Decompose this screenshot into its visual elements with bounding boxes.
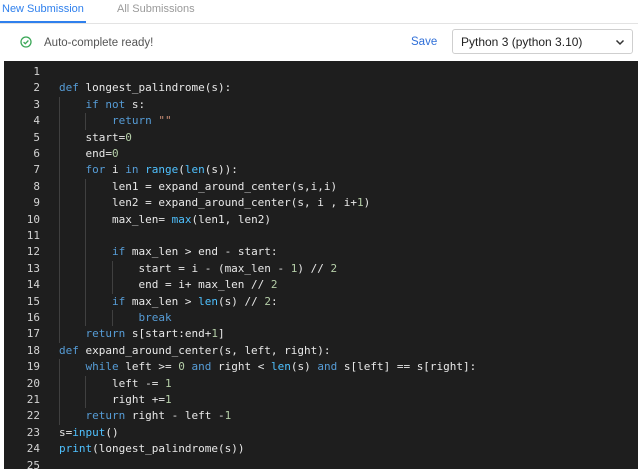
- save-button[interactable]: Save: [411, 35, 437, 49]
- code-line: start = i - (max_len - 1) // 2: [59, 261, 338, 275]
- code-line: return s[start:end+1]: [85, 327, 225, 341]
- code-line: def expand_around_center(s, left, right)…: [59, 343, 331, 357]
- tab-all-submissions-label: All Submissions: [117, 3, 195, 15]
- check-circle-icon: [20, 36, 32, 48]
- code-line: len1 = expand_around_center(s,i,i): [59, 179, 338, 193]
- language-select-value: Python 3 (python 3.10): [461, 35, 583, 49]
- code-line: start=0: [59, 130, 132, 144]
- chevron-down-icon: [615, 39, 625, 46]
- code-line: return right - left -1: [85, 409, 232, 423]
- submission-tabs: New Submission All Submissions: [0, 0, 638, 24]
- code-line: return "": [111, 114, 172, 128]
- code-line: for i in range(len(s)):: [85, 163, 238, 177]
- editor-toolbar: Auto-complete ready! Save Python 3 (pyth…: [4, 24, 638, 61]
- code-line: if max_len > len(s) // 2:: [111, 294, 278, 308]
- code-line: end = i+ max_len // 2: [59, 278, 278, 292]
- code-line: break: [138, 311, 172, 324]
- code-area[interactable]: def longest_palindrome(s): if not s: ret…: [4, 61, 638, 469]
- tab-new-submission[interactable]: New Submission: [0, 2, 86, 23]
- tab-all-submissions[interactable]: All Submissions: [117, 2, 195, 16]
- tab-new-submission-label: New Submission: [2, 3, 84, 15]
- code-line: right +=1: [59, 393, 172, 406]
- code-line: if not s:: [85, 97, 146, 111]
- code-line: end=0: [59, 147, 119, 160]
- autocomplete-status: Auto-complete ready!: [44, 37, 154, 49]
- code-line: max_len= max(len1, len2): [59, 212, 271, 226]
- code-line: len2 = expand_around_center(s, i , i+1): [59, 196, 371, 210]
- code-line: if max_len > end - start:: [111, 245, 278, 259]
- code-editor[interactable]: 1 2 3 4 5 6 7 8 9 10 11 12 13 14 15 16 17 18 19 20 21 22 23 24 2…: [4, 61, 638, 469]
- code-line: def longest_palindrome(s):: [59, 81, 232, 95]
- code-line: while left >= 0 and right < len(s) and s…: [85, 360, 477, 374]
- code-line: left -= 1: [59, 376, 172, 390]
- language-select[interactable]: Python 3 (python 3.10): [452, 29, 633, 54]
- code-line: print(longest_palindrome(s)): [59, 442, 245, 456]
- active-tab-indicator: [0, 21, 86, 23]
- code-line: s=input(): [59, 425, 119, 439]
